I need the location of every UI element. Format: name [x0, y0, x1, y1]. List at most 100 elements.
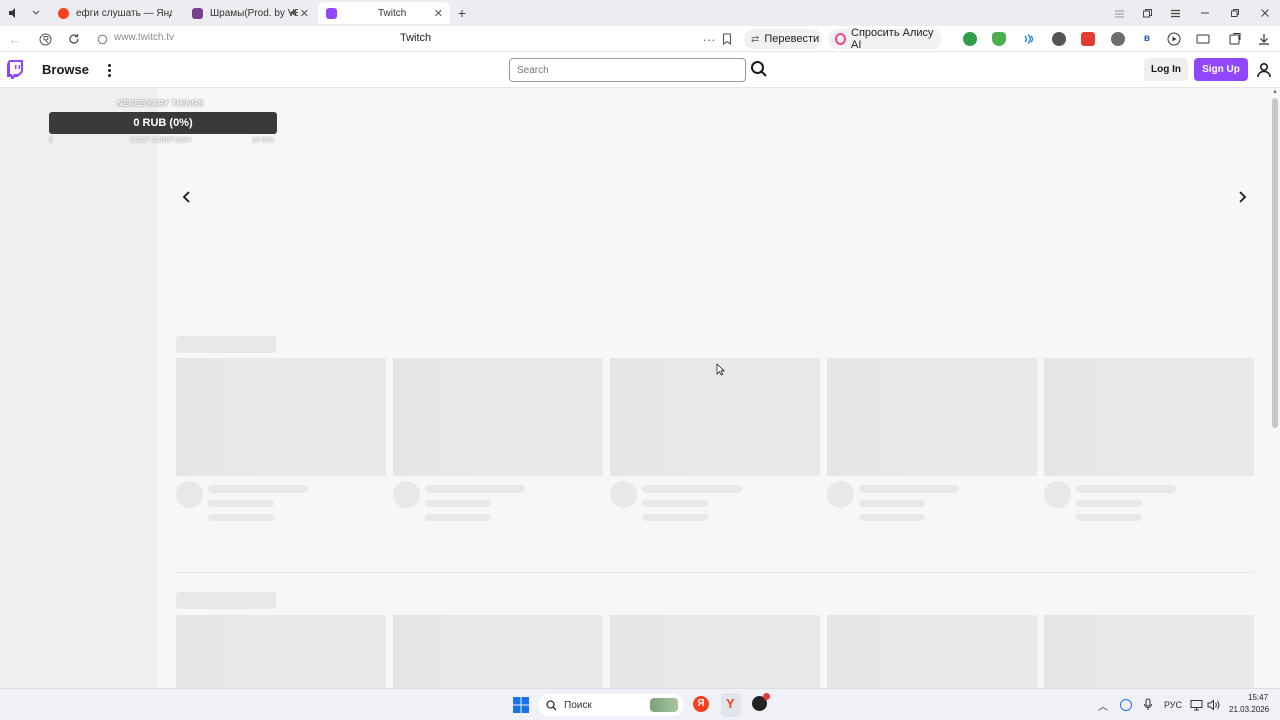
skeleton-line [859, 500, 925, 507]
skeleton-line [642, 500, 708, 507]
minimize-icon[interactable] [1190, 0, 1220, 26]
network-icon[interactable] [1190, 698, 1203, 716]
balloon-icon[interactable] [1052, 32, 1066, 46]
restore-icon[interactable] [1220, 0, 1250, 26]
pocket-icon[interactable] [1081, 32, 1095, 46]
search-input[interactable] [509, 58, 746, 82]
skeleton-heading [176, 336, 276, 353]
skeleton-line [1076, 500, 1142, 507]
more-vertical-icon[interactable] [103, 61, 115, 79]
alice-button[interactable]: Спросить Алису AI [828, 27, 942, 51]
donation-status: СБОР ЗАВЕРШЕН [130, 137, 191, 144]
skeleton-line [1076, 514, 1142, 521]
music-icon [192, 7, 203, 19]
skeleton-heading [176, 592, 276, 609]
skeleton-card [393, 615, 603, 688]
windows-taskbar: Поиск Я Y ︿ РУС 15:47 21.03.2026 [0, 688, 1280, 720]
skeleton-line [859, 514, 925, 521]
twitch-logo-icon[interactable] [7, 60, 25, 84]
language-indicator[interactable]: РУС [1164, 700, 1182, 710]
reload-icon[interactable] [65, 30, 83, 48]
skeleton-avatar [393, 481, 420, 508]
extensions-icon[interactable] [1228, 32, 1242, 46]
tab-title: ефги слушать — Яндекс: [76, 7, 172, 19]
carousel-next-icon[interactable] [1236, 190, 1250, 204]
play-icon[interactable] [1167, 32, 1181, 46]
sidebar [0, 88, 158, 688]
windows-start-icon[interactable] [513, 697, 529, 718]
browser-tab-active[interactable]: Twitch ✕ [318, 2, 450, 24]
donation-min: 0 [49, 137, 53, 144]
menu-icon[interactable] [1160, 0, 1190, 26]
browser-tab[interactable]: Шрамы(Prod. by VE ◀ ✕ [184, 2, 316, 24]
more-icon[interactable]: ··· [700, 30, 718, 48]
donation-progress-bar: 0 RUB (0%) [49, 112, 277, 134]
microphone-icon[interactable] [1143, 698, 1153, 714]
page-title: Twitch [400, 32, 432, 44]
bookmark-icon[interactable] [718, 30, 736, 48]
page-scrollbar[interactable]: ▲ [1270, 88, 1280, 688]
ext-b-icon[interactable]: в [1140, 32, 1154, 46]
yandex-app-icon[interactable]: Я [693, 696, 709, 712]
onedrive-icon[interactable] [1120, 699, 1132, 711]
search-icon [546, 699, 557, 710]
tray-chevron-icon[interactable]: ︿ [1098, 698, 1108, 713]
close-icon[interactable]: ✕ [300, 7, 309, 20]
skeleton-card [610, 615, 820, 688]
clock-time[interactable]: 15:47 [1248, 693, 1268, 702]
clock-date[interactable]: 21.03.2026 [1229, 705, 1269, 714]
carousel-prev-icon[interactable] [181, 190, 195, 204]
translate-button[interactable]: ⇄ Перевести [744, 29, 822, 49]
twitch-top-nav: Browse Log In Sign Up [0, 52, 1280, 88]
skeleton-line [1076, 485, 1176, 493]
evernote-icon[interactable] [963, 32, 977, 46]
skeleton-line [425, 500, 491, 507]
skeleton-line [642, 485, 742, 493]
cast-icon[interactable] [1196, 32, 1210, 46]
close-window-icon[interactable] [1250, 0, 1280, 26]
close-icon[interactable]: ✕ [434, 7, 443, 20]
search-icon[interactable] [750, 60, 770, 80]
login-button[interactable]: Log In [1144, 58, 1188, 81]
taskbar-search[interactable]: Поиск [538, 694, 684, 716]
skeleton-avatar [610, 481, 637, 508]
skeleton-avatar [827, 481, 854, 508]
skeleton-card [827, 358, 1037, 476]
signup-button[interactable]: Sign Up [1194, 58, 1248, 81]
donation-amount: 0 RUB (0%) [133, 117, 193, 129]
yandex-home-icon[interactable] [36, 30, 54, 48]
yandex-browser-taskbar-icon[interactable]: Y [721, 693, 741, 717]
browse-link[interactable]: Browse [42, 62, 89, 77]
shield-icon[interactable] [93, 30, 111, 48]
tab-title: Шрамы(Prod. by VE [210, 7, 298, 19]
back-icon[interactable]: ← [6, 30, 24, 48]
new-tab-icon[interactable]: + [451, 2, 473, 24]
shield-check-icon[interactable] [992, 32, 1006, 46]
skeleton-line [425, 514, 491, 521]
app-icon[interactable] [752, 693, 770, 711]
skeleton-line [208, 500, 274, 507]
translate-label: Перевести [764, 33, 820, 45]
scroll-up-icon[interactable]: ▲ [1272, 89, 1278, 95]
skeleton-avatar [1044, 481, 1071, 508]
skeleton-card [176, 358, 386, 476]
browser-tab[interactable]: ефги слушать — Яндекс: [50, 2, 180, 24]
skeleton-card [1044, 615, 1254, 688]
scroll-thumb[interactable] [1272, 98, 1278, 428]
speaker-icon[interactable] [3, 2, 25, 24]
user-icon[interactable] [1256, 62, 1272, 83]
yandex-icon [58, 7, 69, 19]
tabs-icon[interactable] [1132, 0, 1162, 26]
vpn-icon[interactable] [1111, 32, 1125, 46]
url-text[interactable]: www.twitch.tv [114, 32, 174, 43]
browser-tab-bar: ефги слушать — Яндекс: Шрамы(Prod. by VE… [0, 0, 1280, 26]
donation-max: 10 000 [252, 137, 274, 144]
download-icon[interactable] [1257, 32, 1271, 46]
skeleton-card [827, 615, 1037, 688]
speaker-icon[interactable]: ◀ [289, 7, 296, 18]
alice-label: Спросить Алису AI [851, 27, 934, 51]
volume-icon[interactable] [1207, 698, 1220, 716]
collections-icon[interactable] [1104, 0, 1134, 26]
chevron-down-icon[interactable] [25, 2, 47, 24]
wave-icon[interactable] [1022, 32, 1036, 46]
